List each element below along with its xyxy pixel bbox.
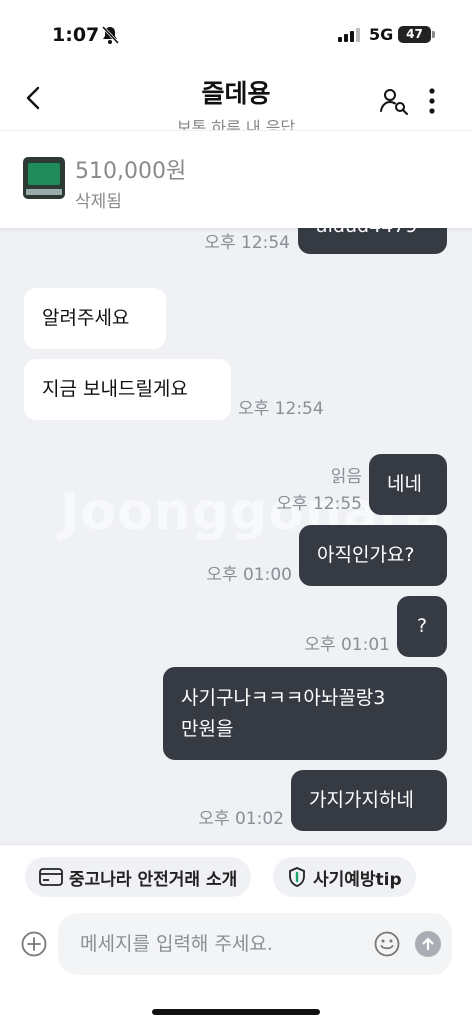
message-text: ? bbox=[416, 615, 428, 637]
message-text: 가지가지하네 bbox=[309, 789, 414, 811]
fraud-tip-label: 사기예방tip bbox=[313, 869, 402, 890]
message-time: 오후 12:54 bbox=[238, 399, 324, 419]
message-text-line: 사기구나ㅋㅋㅋ아놔꼴랑3 bbox=[181, 686, 386, 709]
message-time: 오후 12:55 bbox=[276, 494, 362, 514]
message-time: 오후 01:00 bbox=[206, 565, 292, 585]
plus-icon[interactable] bbox=[21, 931, 47, 957]
message-bubble-incoming[interactable]: 지금 보내드릴게요 bbox=[24, 359, 231, 420]
signal-icon bbox=[338, 28, 360, 42]
product-status: 삭제됨 bbox=[75, 192, 122, 212]
message-text: 네네 bbox=[387, 473, 422, 495]
product-thumbnail[interactable] bbox=[23, 157, 65, 199]
product-price: 510,000원 bbox=[75, 159, 187, 184]
message-text: 알려주세요 bbox=[42, 307, 130, 329]
read-receipt: 읽음 bbox=[330, 467, 362, 487]
message-bubble-outgoing[interactable]: 사기구나ㅋㅋㅋ아놔꼴랑3 만원을 bbox=[163, 667, 447, 760]
card-icon bbox=[39, 868, 63, 886]
message-text: 지금 보내드릴게요 bbox=[42, 378, 188, 400]
message-text: 아직인가요? bbox=[317, 544, 415, 566]
message-time: 오후 12:54 bbox=[204, 233, 290, 253]
bell-off-icon bbox=[101, 25, 120, 45]
bottom-composer: 중고나라 안전거래 소개 사기예방tip bbox=[0, 844, 472, 1024]
status-time: 1:07 bbox=[52, 24, 100, 46]
message-bubble-outgoing[interactable]: 가지가지하네 bbox=[291, 770, 447, 831]
message-bubble-outgoing[interactable]: 아직인가요? bbox=[299, 525, 447, 586]
message-bubble-outgoing[interactable]: 네네 bbox=[369, 454, 447, 515]
status-bar: 1:07 5G 47 bbox=[0, 0, 472, 64]
safe-trade-label: 중고나라 안전거래 소개 bbox=[69, 869, 238, 890]
product-card[interactable]: 510,000원 삭제됨 bbox=[0, 130, 472, 228]
network-type: 5G bbox=[369, 25, 394, 44]
emoji-icon[interactable] bbox=[374, 931, 400, 957]
message-time: 오후 01:02 bbox=[198, 809, 284, 829]
message-text-line: 만원을 bbox=[181, 717, 234, 740]
more-options-icon[interactable] bbox=[424, 86, 440, 116]
chat-messages[interactable]: Joonggonara aldud4479 오후 12:54 알려주세요 지금 … bbox=[0, 130, 472, 844]
battery-icon: 47 bbox=[398, 26, 435, 43]
message-bubble-outgoing[interactable]: ? bbox=[397, 596, 447, 657]
shield-icon bbox=[289, 867, 305, 887]
send-button[interactable] bbox=[415, 931, 441, 957]
message-bubble-incoming[interactable]: 알려주세요 bbox=[24, 288, 166, 349]
fraud-tip-button[interactable]: 사기예방tip bbox=[273, 857, 416, 897]
home-indicator bbox=[152, 1009, 320, 1015]
safe-trade-button[interactable]: 중고나라 안전거래 소개 bbox=[25, 857, 252, 897]
message-time: 오후 01:01 bbox=[304, 635, 390, 655]
chat-header: 즐데용 보통 하루 내 응답 bbox=[0, 64, 472, 137]
user-search-icon[interactable] bbox=[379, 86, 409, 116]
arrow-up-icon bbox=[422, 937, 434, 951]
